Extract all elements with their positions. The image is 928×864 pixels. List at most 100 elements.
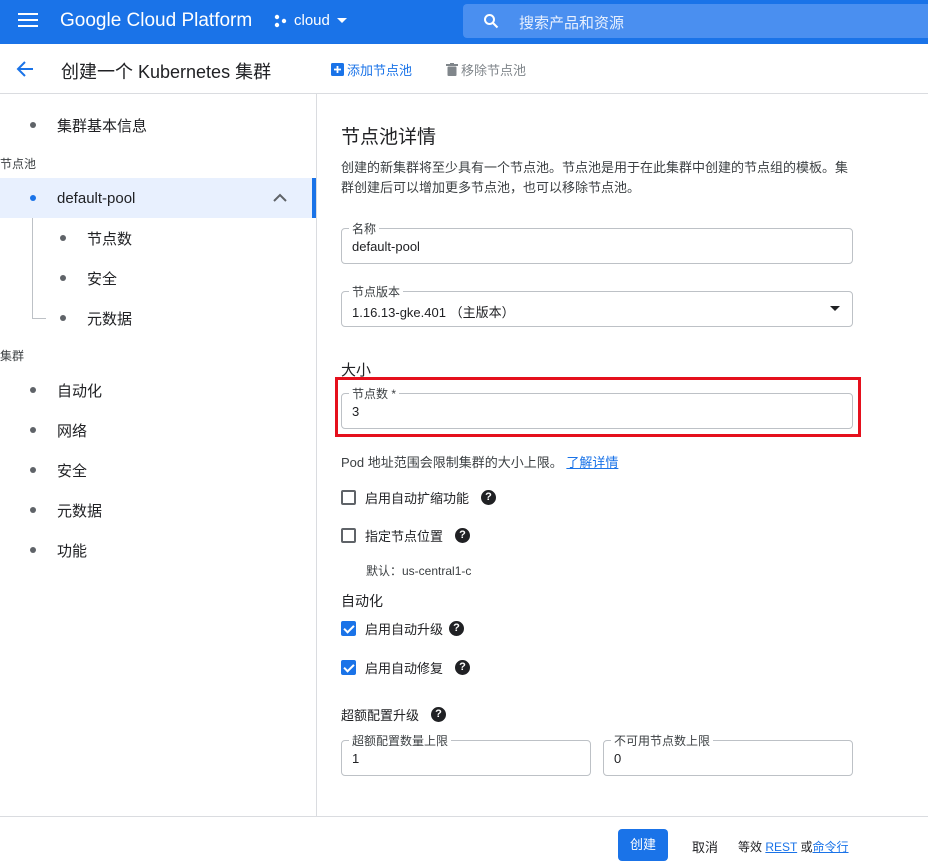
- create-button[interactable]: 创建: [618, 829, 668, 861]
- field-label: 节点版本: [349, 283, 404, 300]
- dropdown-arrow-icon[interactable]: [830, 306, 840, 311]
- cancel-button[interactable]: 取消: [692, 837, 718, 856]
- bullet-icon: [30, 427, 36, 433]
- sidebar-item-label: 安全: [57, 462, 88, 480]
- or-label: 或: [800, 840, 813, 854]
- auto-upgrade-checkbox[interactable]: [341, 620, 356, 636]
- bullet-icon: [30, 122, 36, 128]
- section-heading: 节点池详情: [341, 127, 437, 148]
- chevron-up-icon[interactable]: [272, 190, 288, 206]
- field-value[interactable]: 1: [352, 751, 359, 766]
- learn-more-link[interactable]: 了解详情: [566, 455, 618, 470]
- field-value[interactable]: 3: [352, 404, 359, 419]
- hamburger-menu-icon[interactable]: [18, 13, 38, 29]
- add-box-icon: [331, 63, 344, 76]
- sidebar-item-cluster-security[interactable]: 安全: [0, 450, 316, 490]
- sidebar-section-node-pools: 节点池: [0, 157, 37, 171]
- autoscaling-checkbox[interactable]: [341, 489, 356, 505]
- sidebar-item-label: 功能: [57, 542, 88, 560]
- auto-upgrade-checkbox-row[interactable]: 启用自动升级 ?: [341, 618, 465, 638]
- surge-upgrade-heading-row: 超额配置升级 ?: [341, 704, 447, 724]
- help-icon[interactable]: ?: [449, 620, 465, 636]
- form-footer: 创建 取消 等效 REST 或命令行: [0, 816, 928, 864]
- pod-range-hint: Pod 地址范围会限制集群的大小上限。 了解详情: [341, 452, 618, 471]
- node-version-select[interactable]: 节点版本 1.16.13-gke.401 （主版本）: [341, 283, 853, 327]
- bullet-icon: [60, 315, 66, 321]
- auto-repair-checkbox-row[interactable]: 启用自动修复 ?: [341, 657, 471, 677]
- sidebar-item-default-pool[interactable]: default-pool: [0, 178, 316, 218]
- surge-upgrade-heading: 超额配置升级: [341, 707, 420, 723]
- bullet-icon: [30, 195, 36, 201]
- sidebar-nav: 集群基本信息 节点池 default-pool 节点数 安全 元数据 集群 自动…: [0, 94, 317, 816]
- node-locations-checkbox-row[interactable]: 指定节点位置 ?: [341, 525, 471, 545]
- top-app-bar: Google Cloud Platform cloud 搜索产品和资源: [0, 0, 928, 44]
- field-value: 1.16.13-gke.401 （主版本）: [352, 305, 515, 320]
- sidebar-item-automation[interactable]: 自动化: [0, 370, 316, 410]
- field-label: 节点数 *: [349, 385, 400, 402]
- help-icon[interactable]: ?: [481, 489, 497, 505]
- sidebar-item-networking[interactable]: 网络: [0, 410, 316, 450]
- section-description: 创建的新集群将至少具有一个节点池。节点池是用于在此集群中创建的节点组的模板。集群…: [341, 160, 849, 195]
- back-arrow-icon[interactable]: [14, 58, 36, 80]
- name-field[interactable]: 名称 default-pool: [341, 220, 853, 264]
- max-unavailable-field[interactable]: 不可用节点数上限 0: [603, 732, 853, 776]
- checkbox-label: 启用自动升级: [365, 621, 444, 637]
- sidebar-item-features[interactable]: 功能: [0, 530, 316, 570]
- node-pool-details-panel: 节点池详情 创建的新集群将至少具有一个节点池。节点池是用于在此集群中创建的节点组…: [318, 94, 928, 816]
- auto-repair-checkbox[interactable]: [341, 659, 356, 675]
- default-location-text: 默认：us-central1-c: [366, 564, 472, 578]
- field-label: 超额配置数量上限: [349, 732, 452, 749]
- sidebar-item-label: 元数据: [87, 310, 133, 328]
- checkbox-label: 指定节点位置: [365, 528, 444, 544]
- help-icon[interactable]: ?: [455, 659, 471, 675]
- command-line-link[interactable]: 命令行: [813, 840, 849, 854]
- sidebar-item-label: 自动化: [57, 382, 103, 400]
- node-locations-checkbox[interactable]: [341, 527, 356, 543]
- search-icon: [484, 14, 499, 29]
- sidebar-item-node-count[interactable]: 节点数: [0, 218, 316, 258]
- help-icon[interactable]: ?: [431, 706, 447, 722]
- project-name: cloud: [294, 12, 330, 29]
- search-input[interactable]: 搜索产品和资源: [519, 12, 624, 33]
- bullet-icon: [30, 547, 36, 553]
- checkbox-label: 启用自动扩缩功能: [365, 490, 470, 506]
- search-bar[interactable]: 搜索产品和资源: [463, 4, 928, 38]
- field-label: 不可用节点数上限: [611, 732, 714, 749]
- active-indicator: [312, 178, 316, 218]
- field-value[interactable]: default-pool: [352, 239, 420, 254]
- equivalent-links: 等效 REST 或命令行: [738, 838, 849, 855]
- equivalent-label: 等效: [738, 840, 763, 854]
- sidebar-item-basic-info[interactable]: 集群基本信息: [0, 105, 316, 145]
- project-selector[interactable]: cloud: [274, 12, 348, 29]
- bullet-icon: [60, 275, 66, 281]
- remove-node-pool-label: 移除节点池: [461, 63, 527, 78]
- sidebar-item-label: 安全: [87, 270, 118, 288]
- sidebar-item-pool-metadata[interactable]: 元数据: [0, 298, 316, 338]
- bullet-icon: [60, 235, 66, 241]
- trash-icon: [446, 63, 458, 76]
- field-label: 名称: [349, 220, 380, 237]
- add-node-pool-label: 添加节点池: [347, 63, 413, 78]
- autoscaling-checkbox-row[interactable]: 启用自动扩缩功能 ?: [341, 487, 497, 507]
- field-value[interactable]: 0: [614, 751, 621, 766]
- sidebar-item-cluster-metadata[interactable]: 元数据: [0, 490, 316, 530]
- sidebar-item-label: 网络: [57, 422, 88, 440]
- node-count-field[interactable]: 节点数 * 3: [341, 385, 853, 429]
- add-node-pool-button[interactable]: 添加节点池: [331, 60, 412, 79]
- bullet-icon: [30, 387, 36, 393]
- hint-text: Pod 地址范围会限制集群的大小上限。: [341, 455, 563, 470]
- max-surge-field[interactable]: 超额配置数量上限 1: [341, 732, 591, 776]
- bullet-icon: [30, 467, 36, 473]
- sidebar-item-label: default-pool: [57, 189, 136, 207]
- page-title: 创建一个 Kubernetes 集群: [61, 62, 272, 82]
- chevron-down-icon: [336, 17, 347, 23]
- rest-link[interactable]: REST: [765, 840, 797, 854]
- bullet-icon: [30, 507, 36, 513]
- project-hierarchy-icon: [274, 14, 287, 27]
- remove-node-pool-button[interactable]: 移除节点池: [446, 60, 526, 79]
- help-icon[interactable]: ?: [455, 527, 471, 543]
- page-header: 创建一个 Kubernetes 集群 添加节点池 移除节点池: [0, 44, 928, 94]
- brand-title[interactable]: Google Cloud Platform: [60, 10, 252, 32]
- sidebar-item-pool-security[interactable]: 安全: [0, 258, 316, 298]
- sidebar-section-cluster: 集群: [0, 349, 25, 363]
